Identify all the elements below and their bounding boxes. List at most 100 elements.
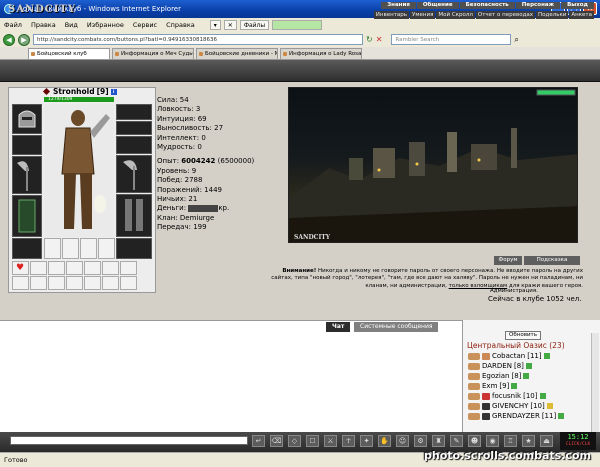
nav-crafts[interactable]: Подельки bbox=[536, 11, 569, 19]
info-badge-icon[interactable] bbox=[525, 363, 532, 369]
user-list-item[interactable]: Exm [9] bbox=[468, 382, 518, 390]
user-list-item[interactable]: focusnik [10] bbox=[468, 392, 546, 400]
user-list-item[interactable]: Cobactan [11] bbox=[468, 352, 550, 360]
private-hand-icon[interactable] bbox=[468, 362, 480, 370]
nav-communication[interactable]: Общение bbox=[416, 2, 459, 9]
city-scene-image[interactable] bbox=[288, 87, 578, 243]
boots-slot[interactable] bbox=[116, 238, 152, 259]
ring-slot-4[interactable] bbox=[98, 238, 115, 259]
armor-slot[interactable] bbox=[12, 195, 42, 237]
nav-my-scroll[interactable]: Мой Скролл bbox=[436, 11, 475, 19]
chat-log[interactable] bbox=[0, 320, 462, 432]
user-list-item[interactable]: DARDEN [8] bbox=[468, 362, 532, 370]
tab-chat[interactable]: Чат bbox=[326, 322, 351, 332]
info-badge-icon[interactable] bbox=[546, 403, 553, 409]
forward-arrow-icon[interactable]: ▶ bbox=[18, 33, 30, 46]
status-slot-7[interactable] bbox=[120, 261, 137, 275]
menu-file[interactable]: Файл bbox=[4, 21, 22, 29]
tab-info-sword[interactable]: Информация о Меч Судьбы bbox=[112, 48, 194, 59]
belt-slot[interactable] bbox=[12, 238, 42, 259]
user-list-item[interactable]: Egozian [8] bbox=[468, 372, 530, 380]
bottle-icon[interactable]: ♜ bbox=[432, 435, 445, 447]
send-arrow-icon[interactable]: ↵ bbox=[252, 435, 265, 447]
refresh-icon[interactable]: ↻ bbox=[366, 35, 373, 44]
clear-chat-icon[interactable]: ☐ bbox=[306, 435, 319, 447]
nav-inventory[interactable]: Инвентарь bbox=[373, 11, 410, 19]
user-list-item[interactable]: GRENDAYZER [11] bbox=[468, 412, 565, 420]
info-icon[interactable]: i bbox=[110, 88, 117, 95]
user-list-item[interactable]: GIVENCHY [10] bbox=[468, 402, 553, 410]
private-hand-icon[interactable] bbox=[468, 402, 480, 410]
info-badge-icon[interactable] bbox=[539, 393, 546, 399]
status-slot-5[interactable] bbox=[84, 261, 101, 275]
ring-slot-2[interactable] bbox=[62, 238, 79, 259]
status-slot-2[interactable] bbox=[30, 261, 47, 275]
menu-tools[interactable]: Сервис bbox=[133, 21, 157, 29]
helmet-slot[interactable] bbox=[12, 104, 42, 134]
settings-icon[interactable]: ⚙ bbox=[414, 435, 427, 447]
status-slot-11[interactable] bbox=[66, 276, 83, 290]
hint-button[interactable]: Подсказка bbox=[524, 256, 580, 265]
ring-slot-1[interactable] bbox=[44, 238, 61, 259]
toolbar-green-field[interactable] bbox=[272, 20, 323, 30]
amulet-slot[interactable] bbox=[12, 135, 42, 155]
forum-button[interactable]: Форум bbox=[494, 256, 522, 265]
menu-view[interactable]: Вид bbox=[65, 21, 78, 29]
url-input[interactable]: http://sandcity.combats.com/buttons.pl?b… bbox=[33, 34, 363, 45]
nav-profile[interactable]: Анкета bbox=[569, 11, 594, 19]
status-slot-12[interactable] bbox=[84, 276, 101, 290]
nav-skills[interactable]: Умения bbox=[410, 11, 436, 19]
private-hand-icon[interactable] bbox=[468, 412, 480, 420]
stop-icon[interactable]: ✕ bbox=[376, 35, 383, 44]
info-badge-icon[interactable] bbox=[523, 373, 530, 379]
nav-transfer-report[interactable]: Отчет о переводах bbox=[475, 11, 536, 19]
hand-icon[interactable]: ✋ bbox=[378, 435, 391, 447]
smiley-icon[interactable]: ☺ bbox=[396, 435, 409, 447]
nav-exit[interactable]: Выход bbox=[561, 2, 594, 9]
character-name[interactable]: Stronhold bbox=[53, 87, 95, 96]
scroll-icon[interactable]: ✎ bbox=[450, 435, 463, 447]
nav-security[interactable]: Безопасность bbox=[459, 2, 515, 9]
tab-fight-club[interactable]: Бойцовский клуб bbox=[28, 48, 110, 59]
castle-icon[interactable]: ♖ bbox=[504, 435, 517, 447]
status-slot-14[interactable] bbox=[120, 276, 137, 290]
info-badge-icon[interactable] bbox=[558, 413, 565, 419]
status-slot-9[interactable] bbox=[30, 276, 47, 290]
bracer-slot[interactable] bbox=[116, 121, 152, 135]
toolbar-files-button[interactable]: Файлы bbox=[239, 20, 270, 30]
menu-help[interactable]: Справка bbox=[166, 21, 195, 29]
private-hand-icon[interactable] bbox=[468, 372, 480, 380]
toolbar-dropdown[interactable]: ▾ bbox=[209, 20, 221, 30]
status-slot-3[interactable] bbox=[48, 261, 65, 275]
nav-character[interactable]: Персонаж bbox=[515, 2, 561, 9]
star-icon[interactable]: ★ bbox=[522, 435, 535, 447]
erase-icon[interactable]: ⌫ bbox=[270, 435, 283, 447]
menu-edit[interactable]: Правка bbox=[31, 21, 56, 29]
filter-icon[interactable]: ◇ bbox=[288, 435, 301, 447]
status-slot-4[interactable] bbox=[66, 261, 83, 275]
room-scrollbar[interactable] bbox=[591, 333, 599, 432]
ring-slot-3[interactable] bbox=[80, 238, 97, 259]
shield-slot[interactable] bbox=[116, 155, 152, 193]
chat-input[interactable] bbox=[10, 436, 248, 445]
legs-slot[interactable] bbox=[116, 194, 152, 237]
toolbar-stop-icon[interactable]: ✕ bbox=[223, 20, 237, 30]
character-figure[interactable] bbox=[44, 104, 114, 237]
search-icon[interactable]: ⌕ bbox=[514, 35, 518, 45]
person-icon[interactable]: ☻ bbox=[468, 435, 481, 447]
status-slot-10[interactable] bbox=[48, 276, 65, 290]
status-slot-13[interactable] bbox=[102, 276, 119, 290]
private-hand-icon[interactable] bbox=[468, 382, 480, 390]
refresh-button[interactable]: Обновить bbox=[505, 331, 541, 340]
camera-icon[interactable]: ◉ bbox=[486, 435, 499, 447]
fight-icon[interactable]: ⚔ bbox=[324, 435, 337, 447]
search-input[interactable]: Rambler Search bbox=[391, 34, 512, 45]
status-slot-1[interactable]: ♥ bbox=[12, 261, 29, 275]
menu-favorites[interactable]: Избранное bbox=[87, 21, 124, 29]
exit-icon[interactable]: ⏏ bbox=[540, 435, 553, 447]
info-badge-icon[interactable] bbox=[543, 353, 550, 359]
earring-slot[interactable] bbox=[116, 104, 152, 120]
weapon-slot[interactable] bbox=[12, 156, 42, 194]
back-arrow-icon[interactable]: ◀ bbox=[3, 33, 15, 46]
nav-knowledge[interactable]: Знания bbox=[381, 2, 416, 9]
